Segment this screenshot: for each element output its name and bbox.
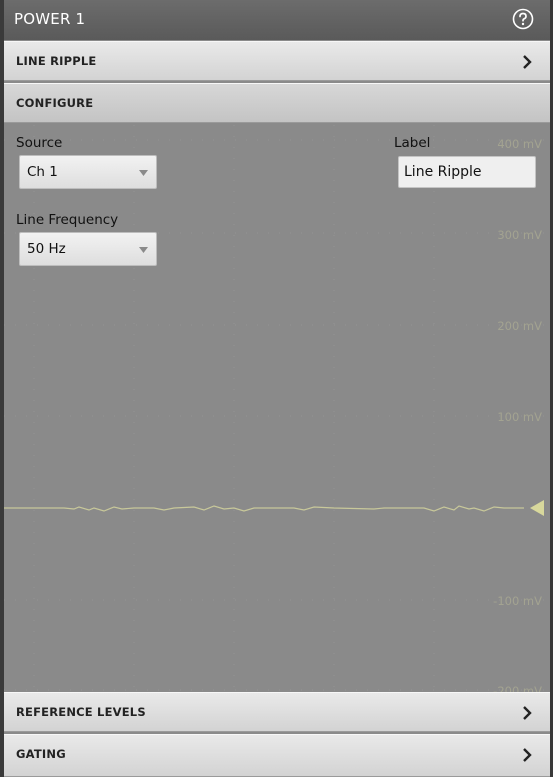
chevron-right-icon [523,706,532,720]
dropdown-caret-icon [139,170,148,176]
scope-grid [4,125,550,691]
section-line-ripple[interactable]: LINE RIPPLE [4,41,550,81]
section-gating[interactable]: GATING [4,734,550,777]
channel-marker-icon[interactable] [530,500,544,516]
section-configure[interactable]: CONFIGURE [4,83,550,123]
power-settings-panel: 400 mV 300 mV 200 mV 100 mV -100 mV -200… [4,0,550,777]
y-axis-label: 100 mV [497,410,542,424]
source-dropdown[interactable]: Ch 1 [19,155,157,189]
line-frequency-dropdown[interactable]: 50 Hz [19,232,157,266]
section-label: REFERENCE LEVELS [16,705,146,719]
dropdown-caret-icon [139,247,148,253]
y-axis-label: 400 mV [497,137,542,151]
chevron-right-icon [523,55,532,69]
label-label: Label [394,135,431,151]
section-label: CONFIGURE [16,96,94,110]
section-label: GATING [16,747,66,761]
waveform-trace [4,505,524,512]
help-icon[interactable] [512,8,534,30]
y-axis-label: 200 mV [497,319,542,333]
label-value: Line Ripple [404,164,482,180]
source-value: Ch 1 [27,164,58,180]
line-frequency-value: 50 Hz [27,241,66,257]
section-reference-levels[interactable]: REFERENCE LEVELS [4,692,550,732]
chevron-right-icon [523,748,532,762]
y-axis-label: 300 mV [497,228,542,242]
line-frequency-label: Line Frequency [16,212,119,228]
title-bar: POWER 1 [4,0,550,40]
panel-title: POWER 1 [14,10,86,28]
source-label: Source [16,135,63,151]
section-label: LINE RIPPLE [16,54,97,68]
label-input[interactable]: Line Ripple [398,156,536,188]
y-axis-label: -100 mV [493,594,542,608]
